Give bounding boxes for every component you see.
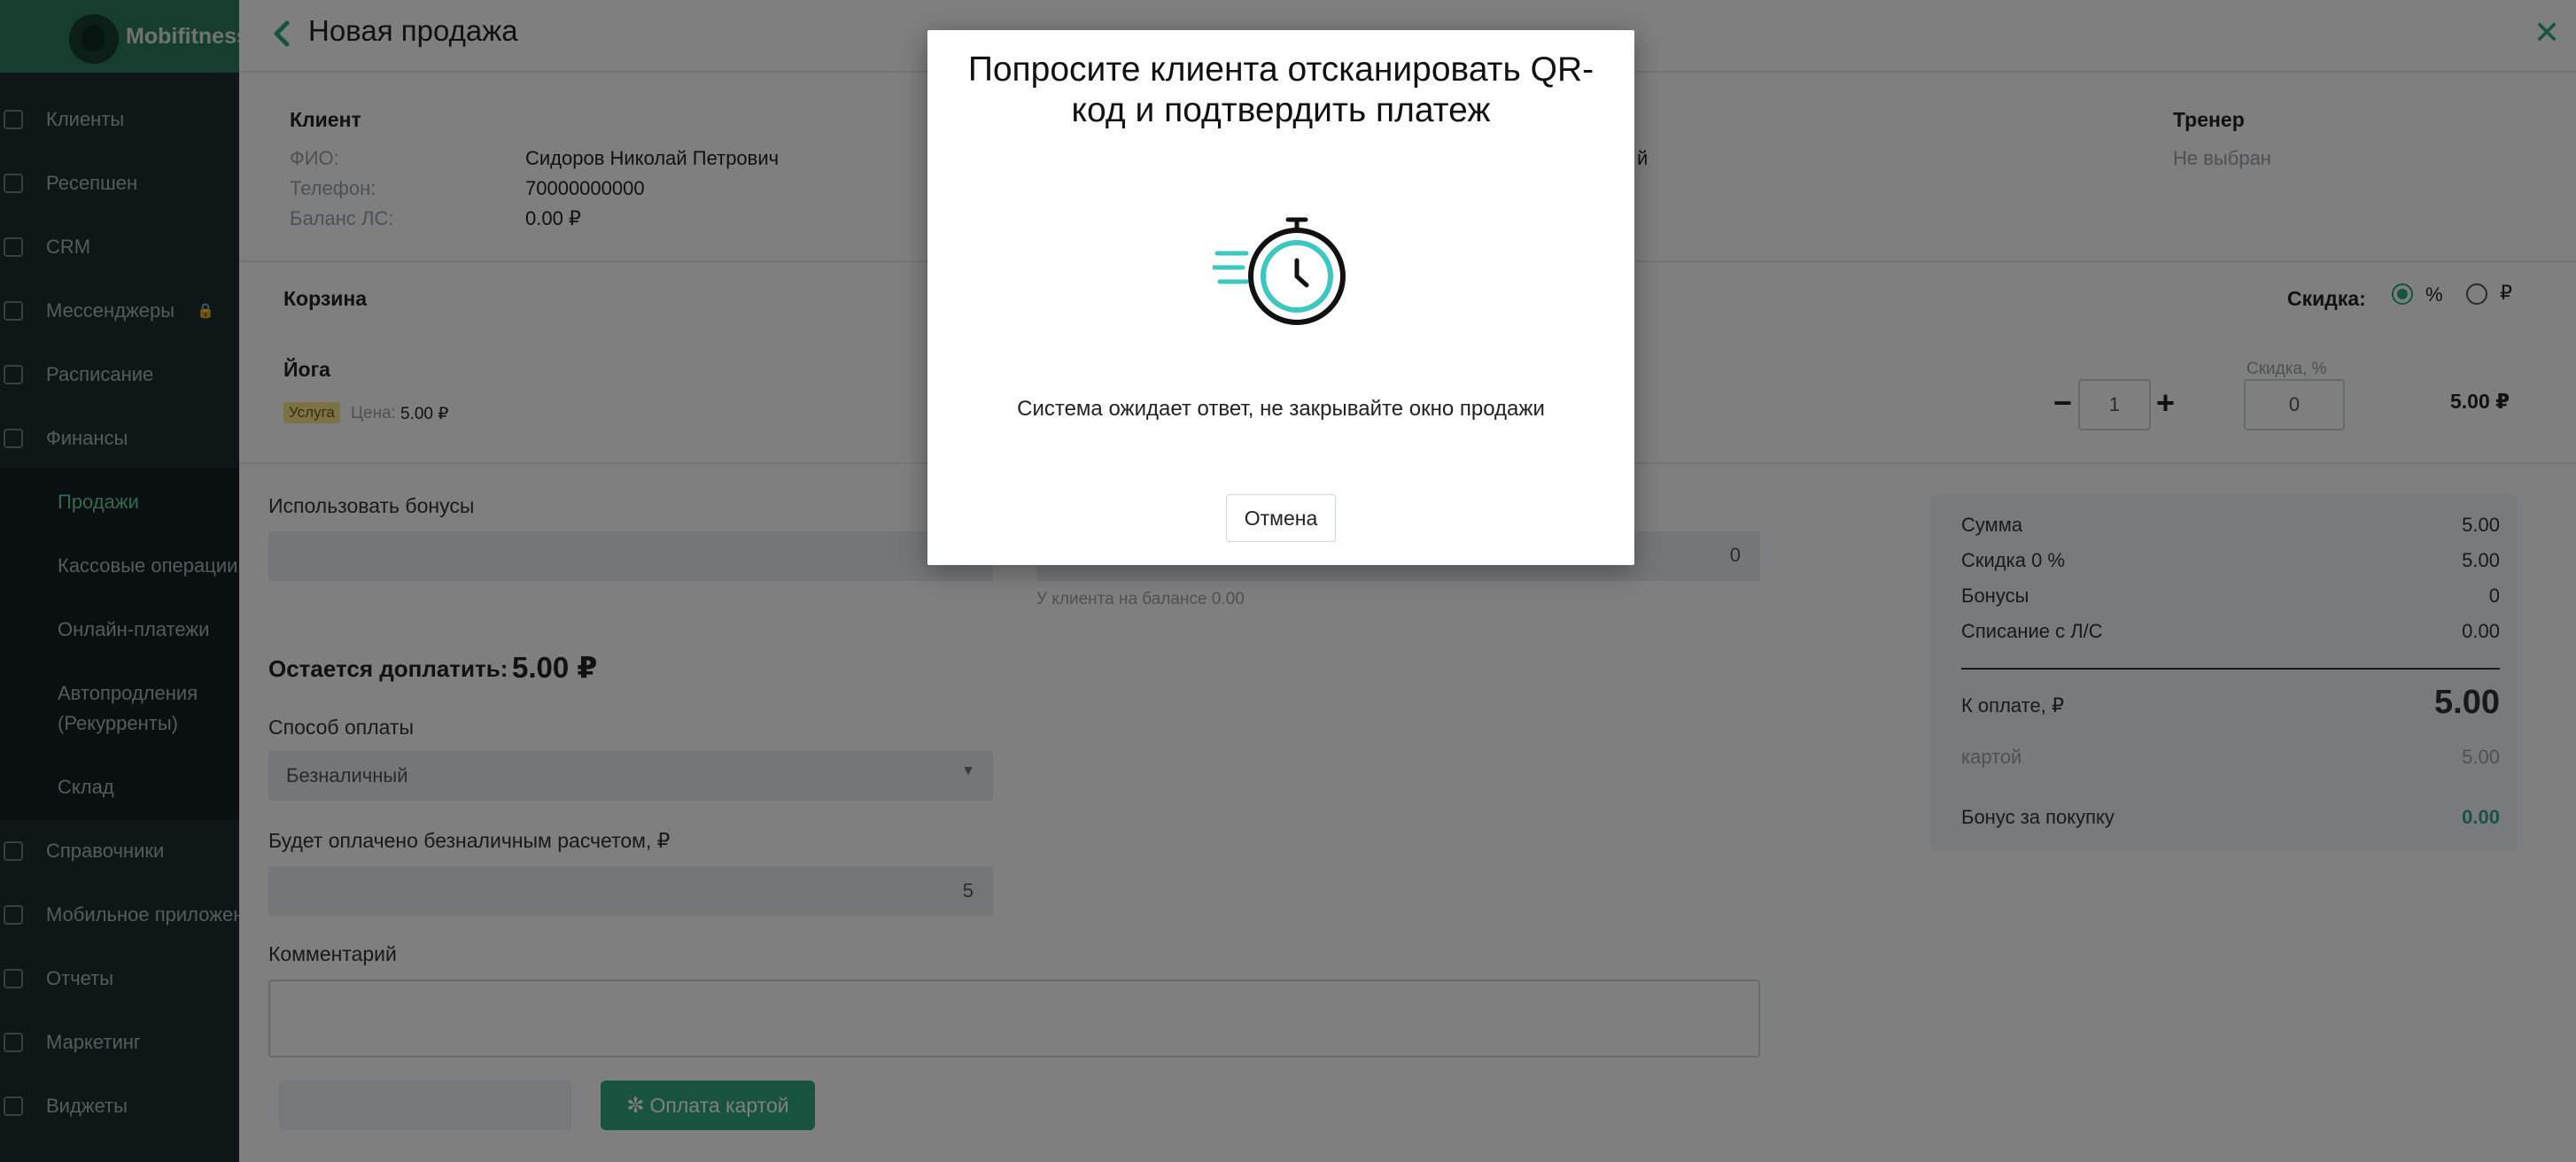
modal-cancel-button[interactable]: Отмена: [1226, 494, 1336, 542]
qr-payment-modal: Попросите клиента отсканировать QR-код и…: [927, 30, 1634, 565]
modal-title: Попросите клиента отсканировать QR-код и…: [967, 50, 1594, 129]
stopwatch-icon: [1213, 217, 1346, 325]
modal-message: Система ожидает ответ, не закрывайте окн…: [1017, 397, 1545, 421]
